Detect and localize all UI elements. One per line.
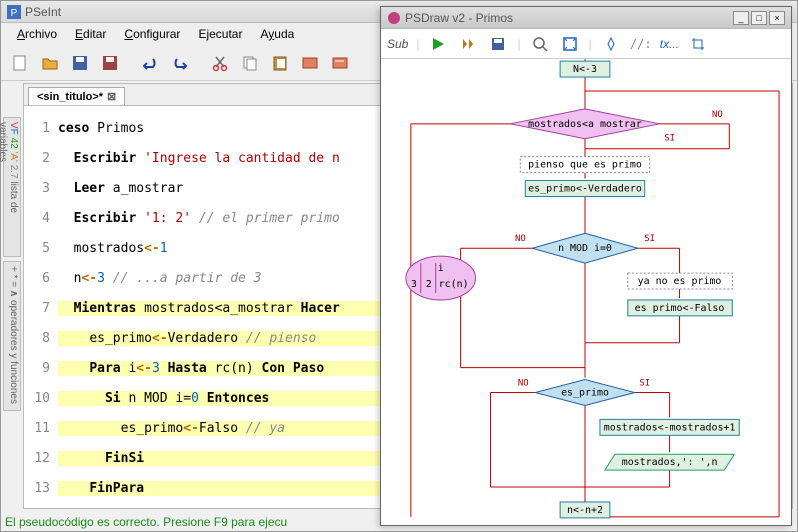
svg-text:2: 2 xyxy=(426,279,432,290)
svg-text:es primo<-Falso: es primo<-Falso xyxy=(635,303,725,314)
svg-text:NO: NO xyxy=(712,110,723,120)
menu-archivo[interactable]: Archivo xyxy=(9,25,65,43)
svg-text:pienso que es primo: pienso que es primo xyxy=(528,160,642,171)
svg-text:ya no es primo: ya no es primo xyxy=(638,276,722,287)
svg-text:es_primo<-Verdadero: es_primo<-Verdadero xyxy=(528,184,642,195)
zoom-icon[interactable] xyxy=(529,33,551,55)
new-icon[interactable] xyxy=(7,50,33,76)
save-flow-icon[interactable] xyxy=(487,33,509,55)
psdraw-toolbar: Sub | | | //: tx... xyxy=(381,29,791,59)
psdraw-app-icon xyxy=(387,11,401,25)
tab-label: <sin_titulo>* xyxy=(37,91,103,103)
svg-text:NO: NO xyxy=(515,234,526,244)
menu-ayuda[interactable]: Ayuda xyxy=(252,25,302,43)
app-icon: P xyxy=(7,5,21,19)
svg-text:n<-n+2: n<-n+2 xyxy=(567,505,603,516)
tab-close-icon[interactable]: ⊠ xyxy=(107,90,116,103)
menu-ejecutar[interactable]: Ejecutar xyxy=(190,25,250,43)
svg-text:3: 3 xyxy=(411,279,417,290)
copy-icon[interactable] xyxy=(237,50,263,76)
menu-editar[interactable]: Editar xyxy=(67,25,114,43)
play-icon[interactable] xyxy=(427,33,449,55)
tool-icon-1[interactable] xyxy=(297,50,323,76)
svg-text:SI: SI xyxy=(644,234,655,244)
sub-button[interactable]: Sub xyxy=(387,37,408,51)
open-icon[interactable] xyxy=(37,50,63,76)
cut-icon[interactable] xyxy=(207,50,233,76)
comment-icon[interactable]: //: xyxy=(630,33,652,55)
main-title: PSeInt xyxy=(25,5,61,19)
undo-icon[interactable] xyxy=(137,50,163,76)
psdraw-window: PSDraw v2 - Primos _ □ × Sub | | | //: t… xyxy=(380,6,792,526)
saveas-icon[interactable] xyxy=(97,50,123,76)
step-icon[interactable] xyxy=(457,33,479,55)
svg-text:es_primo: es_primo xyxy=(561,388,609,399)
svg-text:N<-3: N<-3 xyxy=(573,64,597,75)
close-icon[interactable]: × xyxy=(769,11,785,25)
svg-text:SI: SI xyxy=(664,134,675,144)
svg-text:rc(n): rc(n) xyxy=(439,279,469,290)
minimize-icon[interactable]: _ xyxy=(733,11,749,25)
tx-button[interactable]: tx... xyxy=(660,37,679,51)
psdraw-title: PSDraw v2 - Primos xyxy=(405,11,513,25)
svg-text:mostrados<-mostrados+1: mostrados<-mostrados+1 xyxy=(604,422,736,433)
svg-text:NO: NO xyxy=(518,379,529,389)
redo-icon[interactable] xyxy=(167,50,193,76)
editor-tab-active[interactable]: <sin_titulo>* ⊠ xyxy=(28,87,125,105)
crop-icon[interactable] xyxy=(687,33,709,55)
psdraw-canvas[interactable]: N<-3 mostrados<a mostrar NO SI pienso qu… xyxy=(381,59,791,525)
fit-icon[interactable] xyxy=(559,33,581,55)
svg-text:mostrados,': ',n: mostrados,': ',n xyxy=(622,457,718,468)
paste-icon[interactable] xyxy=(267,50,293,76)
menu-configurar[interactable]: Configurar xyxy=(116,25,188,43)
maximize-icon[interactable]: □ xyxy=(751,11,767,25)
style-icon[interactable] xyxy=(600,33,622,55)
svg-text:i: i xyxy=(438,263,444,274)
svg-text:n MOD i=0: n MOD i=0 xyxy=(558,243,612,254)
save-icon[interactable] xyxy=(67,50,93,76)
svg-text:P: P xyxy=(11,8,18,19)
tool-icon-2[interactable] xyxy=(327,50,353,76)
side-tab-operators[interactable]: + * = ∧ operadores y funciones xyxy=(3,261,21,411)
side-tab-variables[interactable]: VF 42 'A' 2.7 lista de variables xyxy=(3,117,21,257)
svg-text:mostrados<a mostrar: mostrados<a mostrar xyxy=(528,119,642,130)
psdraw-titlebar[interactable]: PSDraw v2 - Primos _ □ × xyxy=(381,7,791,29)
svg-text:SI: SI xyxy=(639,379,650,389)
status-bar: El pseudocódigo es correcto. Presione F9… xyxy=(5,515,287,529)
